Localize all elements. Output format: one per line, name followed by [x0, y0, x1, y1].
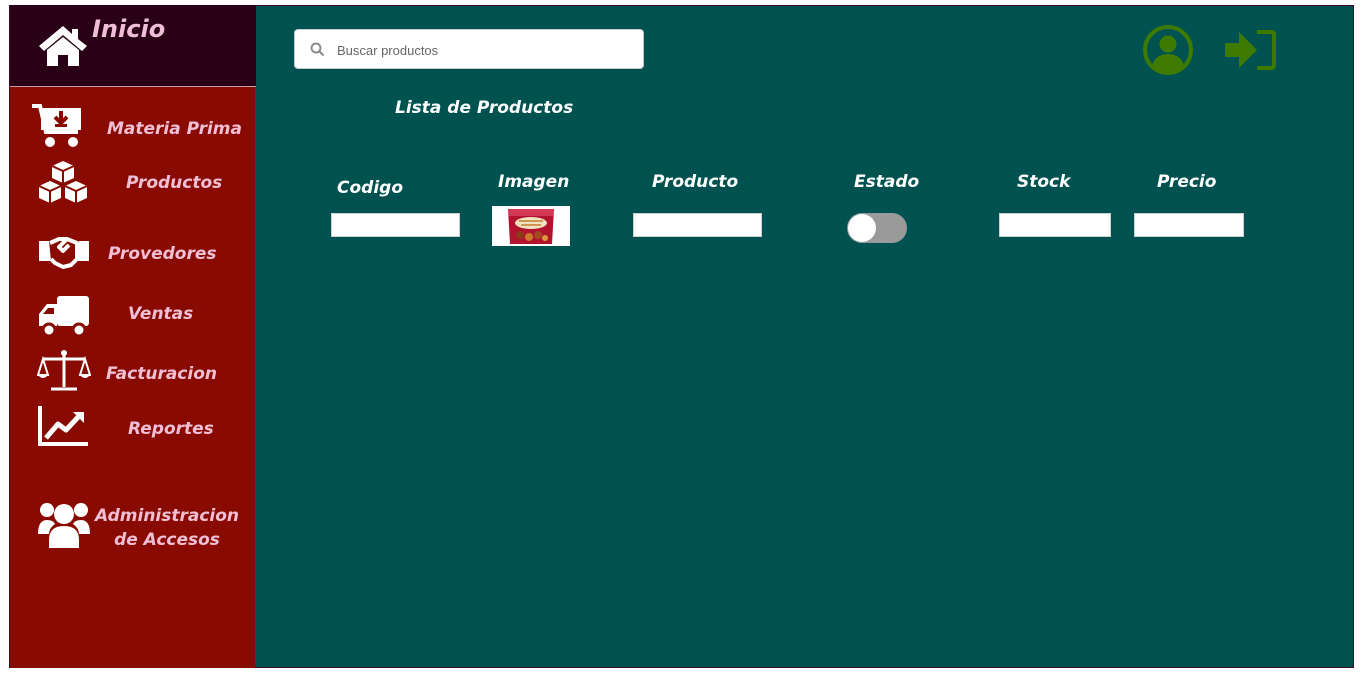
column-header-imagen: Imagen [498, 172, 570, 192]
sidebar-item-productos[interactable]: Productos [10, 158, 256, 208]
cart-download-icon [32, 104, 81, 147]
sidebar-item-reportes[interactable]: Reportes [10, 403, 256, 453]
column-header-stock: Stock [1017, 172, 1071, 192]
page-title: Lista de Productos [395, 98, 574, 118]
toggle-knob [848, 214, 876, 242]
estado-toggle[interactable] [847, 213, 907, 243]
sidebar-item-label-line2: de Accesos [114, 530, 220, 550]
sidebar-item-ventas[interactable]: Ventas [10, 290, 256, 340]
sidebar-item-administracion-accesos[interactable]: Administracion de Accesos [10, 497, 256, 557]
users-icon [38, 503, 90, 548]
search-input[interactable] [335, 39, 629, 61]
cubes-icon [38, 161, 88, 203]
sidebar-item-label: Ventas [128, 304, 194, 324]
sidebar-item-label: Reportes [128, 419, 214, 439]
sidebar-item-label: Productos [126, 173, 223, 193]
producto-field[interactable] [633, 213, 762, 237]
home-link[interactable]: Inicio [10, 5, 256, 87]
sidebar-item-provedores[interactable]: Provedores [10, 227, 256, 277]
column-header-codigo: Codigo [337, 178, 403, 198]
balance-scale-icon [37, 350, 91, 391]
column-header-precio: Precio [1157, 172, 1217, 192]
sidebar-item-materia-prima[interactable]: Materia Prima [10, 100, 256, 150]
product-image [492, 206, 570, 246]
sign-in-icon[interactable] [1223, 28, 1277, 72]
user-circle-icon[interactable] [1142, 24, 1194, 76]
sidebar-item-label-line1: Administracion [94, 506, 240, 526]
search-bar [294, 29, 644, 69]
product-package-icon [508, 209, 554, 244]
truck-icon [39, 296, 89, 338]
home-icon [39, 26, 87, 66]
sidebar-item-label: Provedores [108, 244, 217, 264]
sidebar-item-label: Materia Prima [107, 119, 242, 139]
codigo-field[interactable] [331, 213, 460, 237]
handshake-icon [39, 237, 89, 269]
home-label: Inicio [92, 15, 166, 43]
column-header-estado: Estado [854, 172, 920, 192]
column-header-producto: Producto [652, 172, 739, 192]
stock-field[interactable] [999, 213, 1111, 237]
search-icon [310, 42, 325, 57]
sidebar-item-facturacion[interactable]: Facturacion [10, 348, 256, 398]
sidebar: Inicio Materia Prima Productos Provedore… [9, 5, 256, 668]
sidebar-item-label: Facturacion [106, 364, 217, 384]
chart-line-icon [38, 406, 88, 446]
precio-field[interactable] [1134, 213, 1244, 237]
